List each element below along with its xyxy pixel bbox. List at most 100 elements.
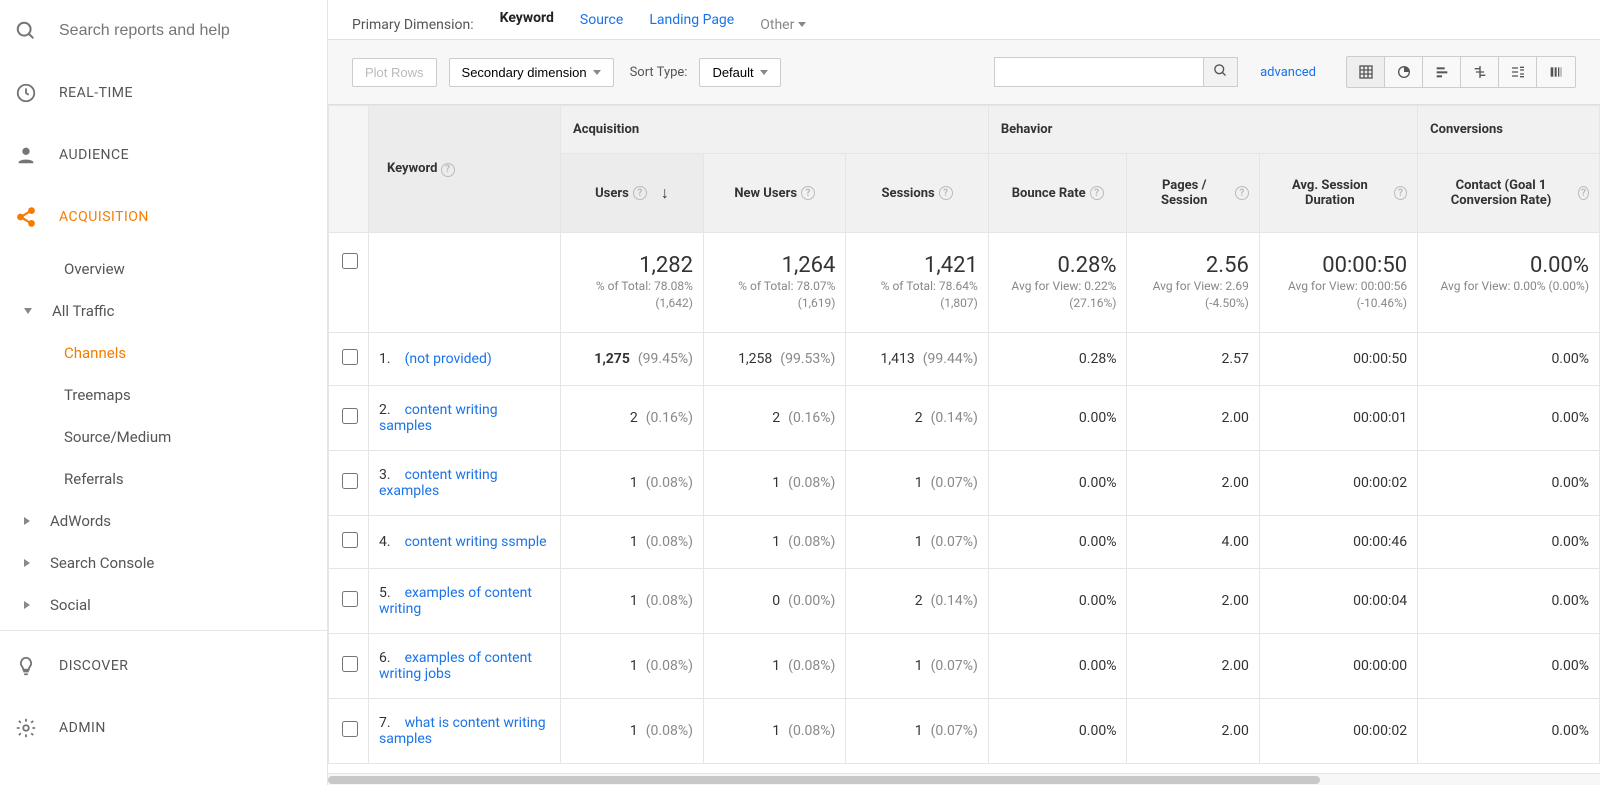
total-goal-sub: Avg for View: 0.00% (0.00%) [1428, 278, 1589, 295]
sidebar-item-audience[interactable]: AUDIENCE [0, 124, 327, 186]
chevron-right-icon [24, 559, 30, 567]
totals-row: 1,282% of Total: 78.08% (1,642) 1,264% o… [329, 233, 1600, 333]
keyword-link[interactable]: examples of content writing jobs [379, 650, 532, 682]
row-checkbox[interactable] [342, 532, 358, 548]
bulb-icon [15, 655, 37, 677]
view-mode-buttons [1346, 56, 1576, 88]
view-pivot-button[interactable] [1499, 57, 1537, 87]
sidebar-sub-source-medium[interactable]: Source/Medium [0, 416, 327, 458]
share-icon [15, 206, 37, 228]
total-duration: 00:00:50 [1270, 253, 1407, 278]
total-new-users: 1,264 [714, 253, 835, 278]
row-checkbox[interactable] [342, 591, 358, 607]
table-row: 5.examples of content writing1(0.08%)0(0… [329, 568, 1600, 633]
table-row: 3.content writing examples1(0.08%)1(0.08… [329, 450, 1600, 515]
clock-icon [15, 82, 37, 104]
tab-keyword[interactable]: Keyword [500, 10, 554, 39]
tab-other-label: Other [760, 17, 794, 33]
primary-dimension-label: Primary Dimension: [352, 17, 474, 33]
sidebar-sub-treemaps[interactable]: Treemaps [0, 374, 327, 416]
total-new-users-sub: % of Total: 78.07% (1,619) [714, 278, 835, 312]
sidebar-sub-channels[interactable]: Channels [0, 332, 327, 374]
total-bounce: 0.28% [999, 253, 1117, 278]
table-row: 4.content writing ssmple1(0.08%)1(0.08%)… [329, 515, 1600, 568]
secondary-dimension-button[interactable]: Secondary dimension [449, 58, 614, 87]
row-checkbox[interactable] [342, 721, 358, 737]
help-icon[interactable]: ? [1235, 186, 1249, 200]
sidebar-item-acquisition[interactable]: ACQUISITION [0, 186, 327, 248]
advanced-link[interactable]: advanced [1260, 65, 1316, 80]
tab-source[interactable]: Source [580, 12, 623, 38]
row-checkbox[interactable] [342, 349, 358, 365]
group-conversions: Conversions [1418, 106, 1600, 154]
col-users[interactable]: Users [595, 186, 629, 201]
help-icon[interactable]: ? [1090, 186, 1104, 200]
col-bounce-rate[interactable]: Bounce Rate [1012, 186, 1086, 201]
col-new-users[interactable]: New Users [734, 186, 797, 201]
sidebar-label: REAL-TIME [59, 85, 133, 101]
help-icon[interactable]: ? [633, 186, 647, 200]
sidebar-label: ACQUISITION [59, 209, 149, 225]
view-pie-button[interactable] [1385, 57, 1423, 87]
col-keyword[interactable]: Keyword [387, 161, 437, 176]
chevron-down-icon [760, 70, 768, 75]
keyword-link[interactable]: what is content writing samples [379, 715, 546, 747]
horizontal-scrollbar[interactable] [328, 773, 1600, 785]
help-icon[interactable]: ? [1578, 186, 1589, 200]
col-sessions[interactable]: Sessions [882, 186, 935, 201]
keyword-link[interactable]: (not provided) [405, 351, 492, 367]
sidebar-sub-referrals[interactable]: Referrals [0, 458, 327, 500]
row-checkbox[interactable] [342, 656, 358, 672]
view-bar-button[interactable] [1423, 57, 1461, 87]
sort-type-button[interactable]: Default [699, 58, 780, 87]
column-group-row: Keyword ? Acquisition Behavior Conversio… [329, 106, 1600, 154]
plot-rows-button[interactable]: Plot Rows [352, 58, 437, 87]
total-sessions: 1,421 [856, 253, 977, 278]
view-compare-button[interactable] [1461, 57, 1499, 87]
tab-other[interactable]: Other [760, 17, 806, 33]
keyword-link[interactable]: content writing ssmple [405, 534, 547, 550]
table-scroll[interactable]: Keyword ? Acquisition Behavior Conversio… [328, 105, 1600, 773]
col-avg-duration[interactable]: Avg. Session Duration [1270, 178, 1390, 208]
table-search-button[interactable] [1204, 57, 1238, 87]
keyword-link[interactable]: content writing examples [379, 467, 498, 499]
keyword-link[interactable]: examples of content writing [379, 585, 532, 617]
total-users-sub: % of Total: 78.08% (1,642) [571, 278, 693, 312]
help-icon[interactable]: ? [939, 186, 953, 200]
total-duration-sub: Avg for View: 00:00:56 (-10.46%) [1270, 278, 1407, 312]
help-icon[interactable]: ? [801, 186, 815, 200]
sidebar-search-input[interactable] [59, 22, 289, 40]
select-all-checkbox[interactable] [342, 253, 358, 269]
sidebar-sub-adwords[interactable]: AdWords [0, 500, 327, 542]
row-checkbox[interactable] [342, 408, 358, 424]
view-cloud-button[interactable] [1537, 57, 1575, 87]
sidebar-sub-social[interactable]: Social [0, 584, 327, 626]
sort-type-label: Sort Type: [630, 65, 688, 80]
col-pages-session[interactable]: Pages / Session [1137, 178, 1230, 208]
sidebar-item-admin[interactable]: ADMIN [0, 697, 327, 759]
keyword-link[interactable]: content writing samples [379, 402, 498, 434]
table-row: 7.what is content writing samples1(0.08%… [329, 698, 1600, 763]
sidebar-item-realtime[interactable]: REAL-TIME [0, 62, 327, 124]
sidebar-sub-label: All Traffic [52, 302, 115, 320]
help-icon[interactable]: ? [1394, 186, 1407, 200]
divider [0, 630, 327, 631]
row-checkbox[interactable] [342, 473, 358, 489]
table-search-input[interactable] [994, 57, 1204, 87]
sidebar-search-row [0, 0, 327, 62]
sidebar-sub-all-traffic[interactable]: All Traffic [0, 290, 327, 332]
sidebar-item-discover[interactable]: DISCOVER [0, 635, 327, 697]
sidebar-sub-overview[interactable]: Overview [0, 248, 327, 290]
data-table: Keyword ? Acquisition Behavior Conversio… [328, 105, 1600, 764]
group-acquisition: Acquisition [560, 106, 988, 154]
sidebar-sub-label: Search Console [50, 554, 154, 572]
view-table-button[interactable] [1347, 57, 1385, 87]
main-content: Primary Dimension: Keyword Source Landin… [328, 0, 1600, 785]
col-contact-goal[interactable]: Contact (Goal 1 Conversion Rate) [1428, 178, 1574, 208]
table-row: 1.(not provided)1,275(99.45%)1,258(99.53… [329, 332, 1600, 385]
tab-landing-page[interactable]: Landing Page [649, 12, 734, 38]
sort-desc-icon[interactable]: ↓ [661, 183, 669, 203]
sidebar-label: AUDIENCE [59, 147, 129, 163]
sidebar-sub-search-console[interactable]: Search Console [0, 542, 327, 584]
help-icon[interactable]: ? [441, 163, 455, 177]
